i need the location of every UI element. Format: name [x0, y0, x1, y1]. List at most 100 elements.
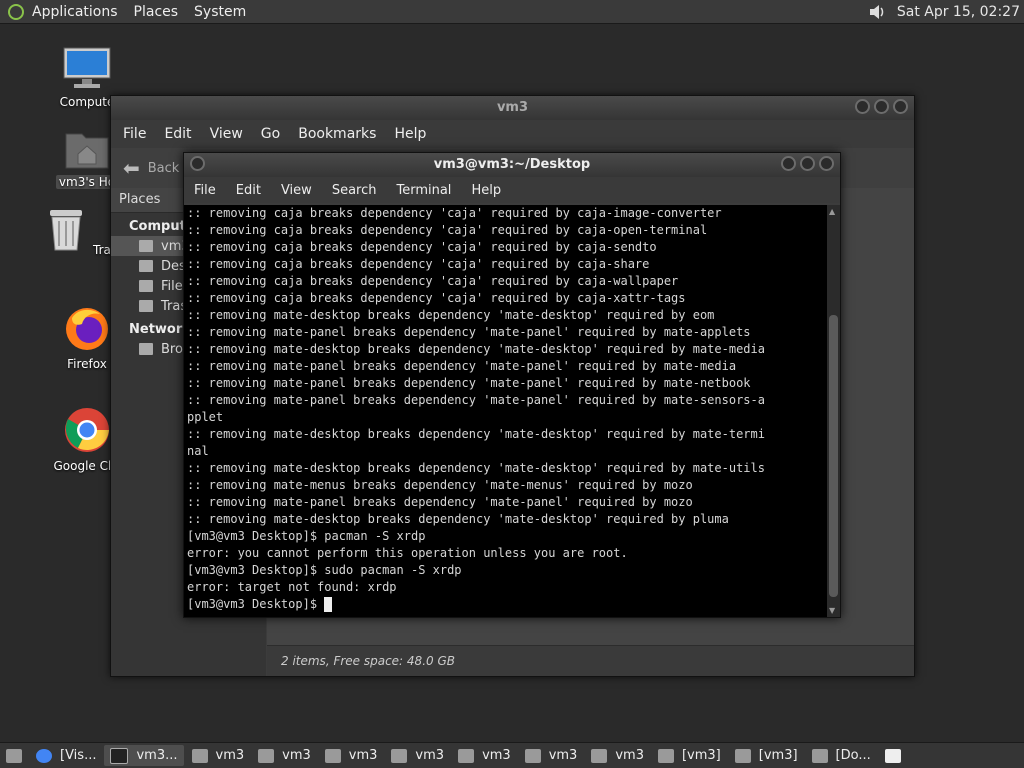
- terminal-line: error: you cannot perform this operation…: [187, 546, 628, 560]
- terminal-line: pplet: [187, 410, 224, 424]
- menu-places[interactable]: Places: [134, 4, 179, 20]
- terminal-prompt: [vm3@vm3 Desktop]$: [187, 597, 325, 611]
- taskbar-item[interactable]: [vm3]: [652, 745, 727, 766]
- home-folder-icon: [65, 133, 109, 169]
- terminal-line: :: removing caja breaks dependency 'caja…: [187, 206, 722, 220]
- panel-tray: Sat Apr 15, 02:27: [867, 0, 1020, 23]
- terminal-line: :: removing mate-desktop breaks dependen…: [187, 512, 729, 526]
- folder-icon: [458, 748, 475, 763]
- close-button[interactable]: [893, 99, 908, 114]
- taskbar-item-label: vm3: [615, 748, 644, 763]
- menu-edit[interactable]: Edit: [164, 126, 191, 142]
- minimize-button[interactable]: [855, 99, 870, 114]
- minimize-button[interactable]: [781, 156, 796, 171]
- menu-view[interactable]: View: [281, 183, 312, 198]
- menu-edit[interactable]: Edit: [236, 183, 261, 198]
- trash-icon: [50, 210, 83, 251]
- menu-file[interactable]: File: [123, 126, 146, 142]
- folder-icon: [258, 748, 275, 763]
- terminal-line: :: removing caja breaks dependency 'caja…: [187, 257, 650, 271]
- menu-help[interactable]: Help: [394, 126, 426, 142]
- taskbar-item[interactable]: [Vis...: [30, 745, 102, 766]
- menu-view[interactable]: View: [210, 126, 243, 142]
- taskbar-item-label: vm3: [282, 748, 311, 763]
- clock[interactable]: Sat Apr 15, 02:27: [897, 4, 1020, 20]
- menu-terminal[interactable]: Terminal: [396, 183, 451, 198]
- window-titlebar[interactable]: vm3@vm3:~/Desktop: [184, 153, 840, 177]
- taskbar-item[interactable]: [vm3]: [729, 745, 804, 766]
- mate-logo-icon[interactable]: [8, 3, 24, 20]
- scroll-up-icon[interactable]: ▲: [829, 207, 835, 216]
- taskbar-item-label: vm3...: [136, 748, 178, 763]
- terminal-window: vm3@vm3:~/Desktop File Edit View Search …: [183, 152, 841, 618]
- taskbar-item[interactable]: [Do...: [806, 745, 877, 766]
- terminal-line: nal: [187, 444, 209, 458]
- taskbar-item[interactable]: vm3: [585, 745, 650, 766]
- close-button[interactable]: [819, 156, 834, 171]
- terminal-line: :: removing mate-desktop breaks dependen…: [187, 342, 765, 356]
- window-title: vm3: [496, 100, 529, 115]
- terminal-icon: [110, 747, 129, 764]
- taskbar-item[interactable]: vm3: [252, 745, 317, 766]
- taskbar-item[interactable]: vm3: [186, 745, 251, 766]
- folder-icon: [811, 748, 828, 763]
- taskbar-item-label: vm3: [415, 748, 445, 763]
- folder-icon: [191, 748, 208, 763]
- terminal-line: [vm3@vm3 Desktop]$ sudo pacman -S xrdp: [187, 563, 462, 577]
- terminal-line: :: removing mate-panel breaks dependency…: [187, 325, 751, 339]
- taskbar-item-label: vm3: [215, 748, 245, 763]
- window-titlebar[interactable]: vm3: [111, 96, 914, 120]
- taskbar: [Vis... vm3... vm3 vm3 vm3 vm3 vm3 vm3 v…: [0, 742, 1024, 768]
- window-menu-button[interactable]: [190, 156, 205, 171]
- taskbar-item[interactable]: vm3: [385, 745, 450, 766]
- taskbar-item[interactable]: vm3: [319, 745, 384, 766]
- desktop-icon-label: Firefox: [67, 357, 107, 371]
- terminal-line: [vm3@vm3 Desktop]$ pacman -S xrdp: [187, 529, 426, 543]
- terminal-line: :: removing mate-panel breaks dependency…: [187, 393, 765, 407]
- computer-icon: [63, 47, 111, 88]
- menu-file[interactable]: File: [194, 183, 216, 198]
- taskbar-item[interactable]: vm3: [452, 745, 517, 766]
- folder-icon: [391, 748, 408, 763]
- maximize-button[interactable]: [874, 99, 889, 114]
- show-desktop-button[interactable]: [0, 745, 28, 766]
- terminal-line: error: target not found: xrdp: [187, 580, 397, 594]
- drive-icon: [139, 280, 153, 292]
- folder-icon: [657, 748, 674, 763]
- back-button[interactable]: Back: [148, 161, 180, 176]
- menu-applications[interactable]: Applications: [32, 4, 118, 20]
- menu-bookmarks[interactable]: Bookmarks: [298, 126, 376, 142]
- terminal-output[interactable]: :: removing caja breaks dependency 'caja…: [184, 205, 827, 617]
- folder-icon: [734, 748, 751, 763]
- desktop-icon-label: vm3's Ho: [55, 175, 119, 189]
- workspace-switcher[interactable]: [879, 745, 907, 766]
- trash-icon: [139, 300, 153, 312]
- firefox-icon: [66, 308, 108, 350]
- scrollbar-thumb[interactable]: [829, 315, 838, 597]
- taskbar-item[interactable]: vm3...: [104, 745, 184, 766]
- speaker-icon[interactable]: [867, 2, 887, 22]
- terminal-scrollbar[interactable]: ▲ ▼: [827, 205, 840, 617]
- maximize-button[interactable]: [800, 156, 815, 171]
- folder-icon: [524, 748, 541, 763]
- terminal-line: :: removing caja breaks dependency 'caja…: [187, 291, 686, 305]
- terminal-prompt-line[interactable]: [vm3@vm3 Desktop]$: [187, 596, 827, 613]
- network-icon: [139, 343, 153, 355]
- status-bar: 2 items, Free space: 48.0 GB: [267, 645, 914, 676]
- chrome-icon: [36, 748, 52, 763]
- taskbar-item-label: [vm3]: [681, 748, 721, 763]
- terminal-line: :: removing mate-panel breaks dependency…: [187, 376, 751, 390]
- menubar: File Edit View Search Terminal Help: [184, 177, 840, 203]
- menu-go[interactable]: Go: [261, 126, 280, 142]
- menu-search[interactable]: Search: [332, 183, 377, 198]
- taskbar-item-label: [Do...: [835, 748, 871, 763]
- terminal-line: :: removing mate-panel breaks dependency…: [187, 359, 737, 373]
- folder-icon: [324, 748, 341, 763]
- menu-system[interactable]: System: [194, 4, 246, 20]
- home-icon: [139, 240, 153, 252]
- sidebar-item-label: Bro: [161, 341, 183, 357]
- menu-help[interactable]: Help: [471, 183, 501, 198]
- scroll-down-icon[interactable]: ▼: [829, 606, 835, 615]
- taskbar-item[interactable]: vm3: [519, 745, 584, 766]
- back-arrow-icon[interactable]: ⬅: [123, 156, 140, 180]
